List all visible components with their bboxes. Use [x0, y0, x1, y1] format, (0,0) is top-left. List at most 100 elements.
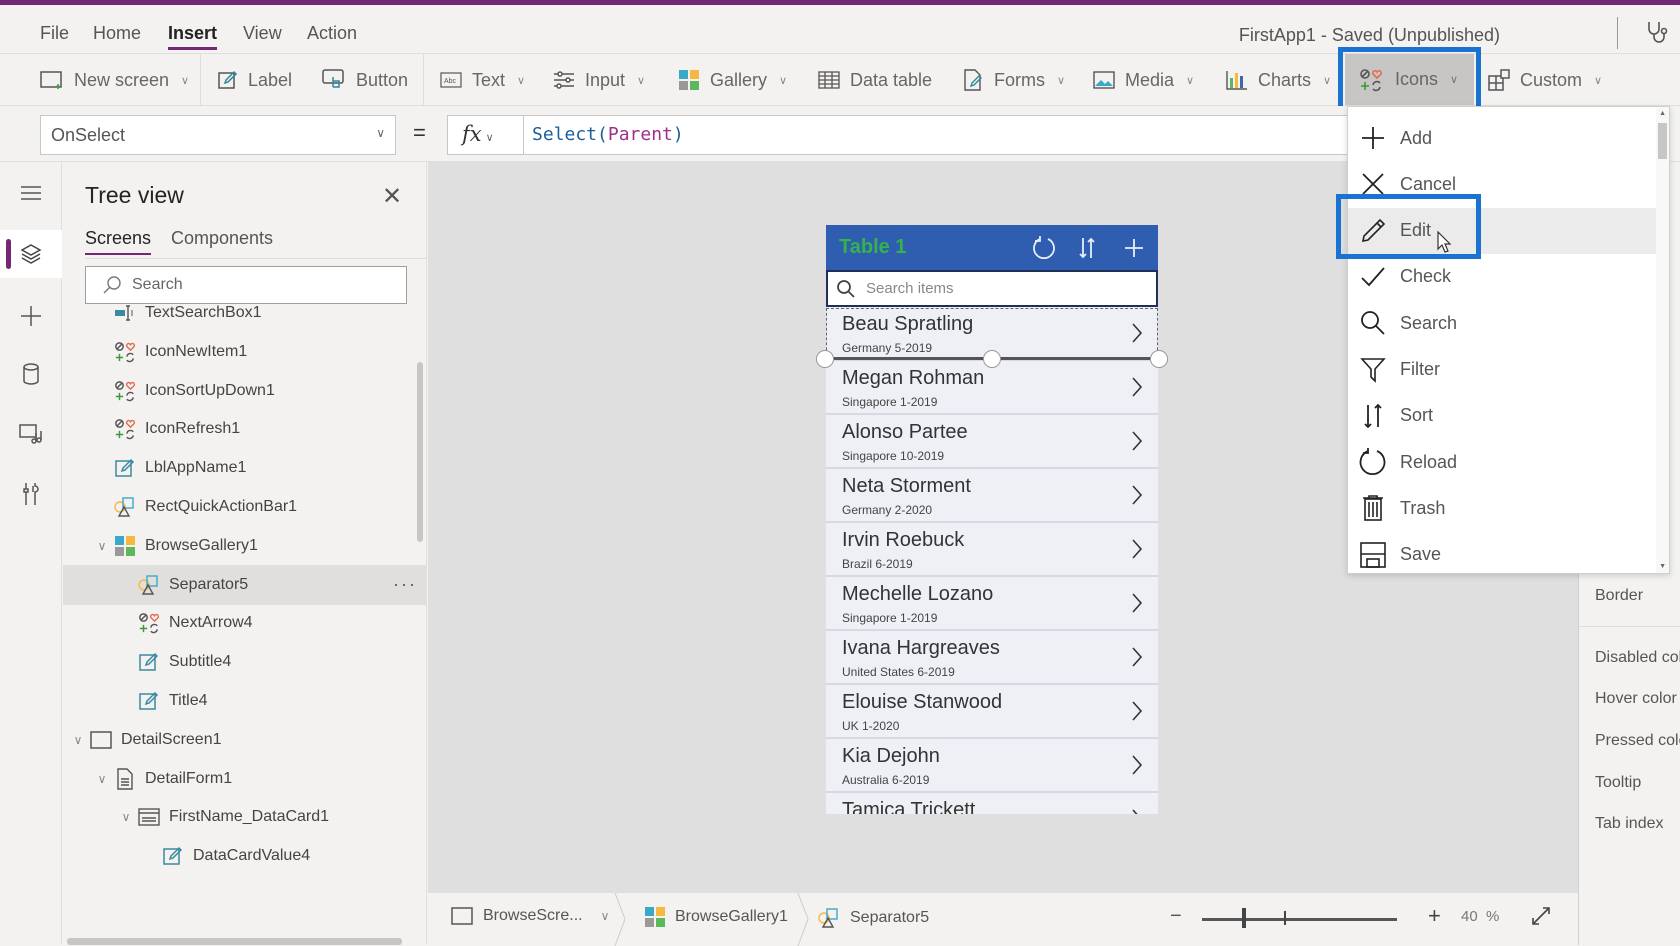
resize-handle[interactable]	[1150, 350, 1168, 368]
prop-border[interactable]: Border	[1595, 587, 1643, 605]
icons-menu-item-cancel[interactable]: Cancel	[1348, 161, 1658, 207]
chevron-right-icon[interactable]	[1130, 591, 1144, 620]
add-item-icon[interactable]	[1122, 235, 1146, 266]
chevron-right-icon[interactable]	[1130, 807, 1144, 814]
tree-item[interactable]: TextSearchBox1	[63, 293, 427, 333]
resize-handle[interactable]	[983, 350, 1001, 368]
forms-dropdown[interactable]: Forms ∨	[962, 64, 1065, 96]
scroll-down-arrow[interactable]: ▼	[1659, 563, 1666, 570]
sort-icon[interactable]	[1077, 235, 1097, 266]
app-search-box[interactable]: Search items	[826, 270, 1158, 307]
chevron-down-icon[interactable]: ∨	[95, 772, 109, 786]
prop-hover-color[interactable]: Hover color	[1595, 690, 1677, 708]
gallery-row[interactable]: Mechelle Lozano Singapore 1-2019	[826, 577, 1158, 631]
media-rail-button[interactable]	[0, 410, 62, 458]
tree-item[interactable]: ∨ DetailScreen1	[63, 720, 427, 760]
icons-menu-item-add[interactable]: Add	[1348, 115, 1658, 161]
tab-components[interactable]: Components	[171, 228, 273, 249]
text-dropdown[interactable]: Abc Text ∨	[440, 64, 525, 96]
new-screen-button[interactable]: New screen ∨	[40, 64, 189, 96]
input-dropdown[interactable]: Input ∨	[553, 64, 645, 96]
charts-dropdown[interactable]: Charts ∨	[1226, 64, 1331, 96]
scroll-up-arrow[interactable]: ▲	[1659, 110, 1666, 117]
label-button[interactable]: Label	[218, 64, 292, 96]
gallery-row[interactable]: Neta Storment Germany 2-2020	[826, 469, 1158, 523]
tree-item[interactable]: ∨ DetailForm1	[63, 759, 427, 799]
chevron-down-icon[interactable]: ∨	[71, 733, 85, 747]
tree-item[interactable]: Title4	[63, 681, 427, 721]
data-rail-button[interactable]	[0, 350, 62, 398]
chevron-right-icon[interactable]	[1130, 429, 1144, 458]
tree-item[interactable]: ∨ BrowseGallery1	[63, 526, 427, 566]
gallery-row[interactable]: Ivana Hargreaves United States 6-2019	[826, 631, 1158, 685]
tree-view-button[interactable]	[0, 230, 62, 278]
tree-item[interactable]: Subtitle4	[63, 642, 427, 682]
gallery-row[interactable]: Kia Dejohn Australia 6-2019	[826, 739, 1158, 793]
breadcrumb-separator5[interactable]: Separator5	[818, 907, 929, 929]
icons-menu-scroll-thumb[interactable]	[1658, 123, 1667, 159]
icons-menu-item-edit[interactable]: Edit	[1348, 207, 1658, 254]
prop-disabled-color[interactable]: Disabled color	[1595, 649, 1680, 667]
chevron-right-icon[interactable]	[1130, 375, 1144, 404]
icons-menu-item-save[interactable]: Save	[1348, 532, 1658, 578]
chevron-right-icon[interactable]	[1130, 699, 1144, 728]
icons-menu-item-trash[interactable]: Trash	[1348, 485, 1658, 531]
icons-menu-item-search[interactable]: Search	[1348, 300, 1658, 346]
gallery-row[interactable]: Alonso Partee Singapore 10-2019	[826, 415, 1158, 469]
menu-home[interactable]: Home	[93, 23, 141, 44]
zoom-out-button[interactable]: −	[1170, 905, 1182, 928]
zoom-slider[interactable]	[1202, 918, 1397, 921]
gallery-row[interactable]: Elouise Stanwood UK 1-2020	[826, 685, 1158, 739]
data-table-button[interactable]: Data table	[818, 64, 932, 96]
tree-item[interactable]: DataCardValue4	[63, 836, 427, 876]
tree-scrollbar[interactable]	[417, 362, 423, 542]
button-button[interactable]: Button	[322, 64, 408, 96]
zoom-slider-thumb[interactable]	[1242, 908, 1246, 928]
custom-dropdown[interactable]: Custom ∨	[1488, 64, 1602, 96]
advanced-tools-button[interactable]	[0, 470, 62, 518]
tree-item[interactable]: ∨ FirstName_DataCard1	[63, 797, 427, 837]
tree-horizontal-scrollbar[interactable]	[67, 938, 402, 945]
icons-menu-scrollbar[interactable]: ▲ ▼	[1656, 107, 1669, 573]
icons-dropdown[interactable]: Icons ∨	[1345, 54, 1474, 105]
chevron-right-icon[interactable]	[1130, 483, 1144, 512]
chevron-right-icon[interactable]	[1130, 753, 1144, 782]
breadcrumb-screen[interactable]: BrowseScre... ∨	[451, 907, 609, 925]
tree-item[interactable]: IconRefresh1	[63, 409, 427, 449]
icons-menu-item-sort[interactable]: Sort	[1348, 393, 1658, 439]
prop-tooltip[interactable]: Tooltip	[1595, 774, 1641, 792]
menu-insert[interactable]: Insert	[168, 23, 218, 50]
chevron-right-icon[interactable]	[1130, 321, 1144, 350]
prop-pressed-color[interactable]: Pressed color	[1595, 732, 1680, 750]
tab-screens[interactable]: Screens	[85, 228, 152, 255]
hamburger-menu-button[interactable]	[0, 169, 62, 217]
icons-menu-item-check[interactable]: Check	[1348, 254, 1658, 300]
chevron-right-icon[interactable]	[1130, 645, 1144, 674]
refresh-icon[interactable]	[1031, 235, 1057, 266]
tree-item[interactable]: LblAppName1	[63, 448, 427, 488]
menu-file[interactable]: File	[40, 23, 69, 44]
app-title[interactable]: Table 1	[839, 236, 906, 259]
gallery-row[interactable]: Megan Rohman Singapore 1-2019	[826, 361, 1158, 415]
tree-item[interactable]: NextArrow4	[63, 603, 427, 643]
tree-item[interactable]: IconSortUpDown1	[63, 371, 427, 411]
breadcrumb-gallery[interactable]: BrowseGallery1	[645, 907, 788, 927]
gallery-dropdown[interactable]: Gallery ∨	[678, 64, 787, 96]
chevron-down-icon[interactable]: ∨	[95, 539, 109, 553]
gallery-row[interactable]: Irvin Roebuck Brazil 6-2019	[826, 523, 1158, 577]
resize-handle[interactable]	[816, 350, 834, 368]
fit-to-window-icon[interactable]	[1530, 905, 1552, 932]
tree-item[interactable]: IconNewItem1	[63, 332, 427, 372]
property-selector[interactable]: OnSelect ∨	[40, 115, 396, 155]
fx-button[interactable]: fx ∨	[447, 115, 524, 155]
media-dropdown[interactable]: Media ∨	[1093, 64, 1194, 96]
gallery-row[interactable]: Tamica Trickett	[826, 793, 1158, 814]
insert-rail-button[interactable]	[0, 292, 62, 340]
menu-action[interactable]: Action	[307, 23, 357, 44]
formula-input[interactable]: Select(Parent)	[524, 115, 1354, 155]
icons-menu-item-reload[interactable]: Reload	[1348, 439, 1658, 485]
close-icon[interactable]: ✕	[382, 182, 402, 211]
chevron-right-icon[interactable]	[1130, 537, 1144, 566]
zoom-in-button[interactable]: +	[1428, 903, 1441, 929]
app-checker-icon[interactable]	[1645, 19, 1671, 50]
